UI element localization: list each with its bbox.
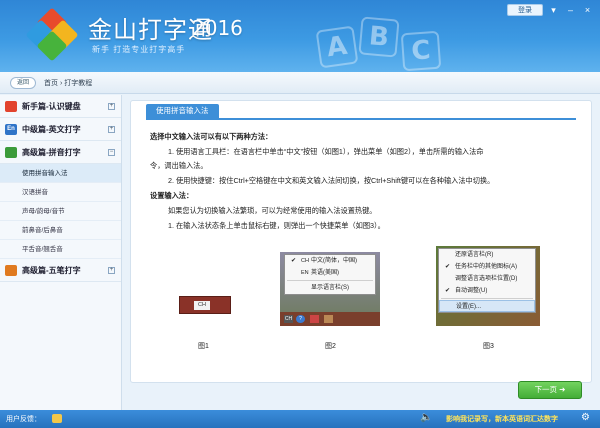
status-bar: 用户反馈： 🔈 影响我记录写，新本英语词汇达数字 ⚙ (0, 410, 600, 428)
menu-item-label: 还原语言栏(R) (455, 252, 494, 258)
app-logo-icon (25, 7, 79, 62)
sidebar-section-label: 中级篇-英文打字 (22, 125, 81, 134)
sidebar-section-pinyin[interactable]: 高级篇-拼音打字 − (0, 141, 121, 164)
menu-item-label: 设置(E)... (456, 304, 481, 310)
sidebar-section-label: 高级篇-拼音打字 (22, 148, 81, 157)
close-icon[interactable]: × (581, 4, 594, 16)
menu-separator (441, 298, 533, 299)
tab-underline (146, 118, 576, 120)
menu-item: 显示语言栏(S) (285, 282, 375, 294)
content-line: 2. 使用快捷键：按住Ctrl+空格键在中文和英文输入法间切换，按Ctrl+Sh… (168, 176, 495, 185)
sidebar-item-initials-finals[interactable]: 声母/韵母/音节 (0, 202, 121, 221)
decor-letter-c: C (400, 30, 442, 72)
menu-item-label: 中文(简体，中国) (311, 258, 357, 264)
menu-item: ✔ CH 中文(简体，中国) (285, 255, 375, 267)
app-year: 2016 (192, 16, 243, 40)
content-tab-title: 使用拼音输入法 (146, 104, 219, 118)
menu-item: ✔ 自动调整(U) (439, 285, 535, 297)
check-icon: ✔ (291, 258, 297, 264)
sidebar-item-nasals[interactable]: 前鼻音/后鼻音 (0, 221, 121, 240)
menu-item-label: 调整语言选项栏位置(D) (455, 276, 518, 282)
lang-tag: CH (301, 258, 309, 264)
menu-item-settings: 设置(E)... (439, 300, 535, 312)
decor-letter-a: A (315, 25, 359, 69)
taskbar-tray: CH ? (280, 312, 380, 326)
keyboard-icon (5, 101, 17, 112)
menu-item-label: 任务栏中的其他图标(A) (455, 264, 517, 270)
gear-icon[interactable]: ⚙ (581, 412, 590, 423)
english-icon: En (5, 124, 17, 135)
pinyin-icon (5, 147, 17, 158)
ch-indicator: CH (284, 315, 293, 323)
sidebar-item-hanyu-pinyin[interactable]: 汉语拼音 (0, 183, 121, 202)
menu-item: EN 英语(美国) (285, 267, 375, 279)
feedback-label[interactable]: 用户反馈： (6, 414, 41, 424)
figure-1-caption: 图1 (198, 343, 209, 350)
menu-item-label: 英语(美国) (311, 270, 339, 276)
menu-item: 调整语言选项栏位置(D) (439, 273, 535, 285)
check-icon: ✔ (445, 288, 451, 294)
tray-icon (310, 315, 319, 323)
back-button[interactable]: 返回 (10, 77, 36, 89)
menu-dropdown-icon[interactable]: ▾ (547, 4, 560, 16)
wubi-icon (5, 265, 17, 276)
content-line: 1. 在输入法状态条上单击鼠标右键，则弹出一个快捷菜单（如图3）。 (168, 221, 385, 230)
window-controls: 登录 ▾ – × (507, 4, 594, 16)
sidebar: 新手篇-认识键盘 + En 中级篇-英文打字 + 高级篇-拼音打字 − 使用拼音… (0, 95, 122, 410)
next-page-button[interactable]: 下一页 ➜ (518, 381, 582, 399)
figure-3-context-menu: 还原语言栏(R) ✔ 任务栏中的其他图标(A) 调整语言选项栏位置(D) ✔ 自… (436, 246, 540, 326)
content-line: 1. 使用语言工具栏：在语言栏中单击“中文”按钮（如图1），弹出菜单（如图2），… (168, 147, 484, 156)
content-line: 设置输入法： (150, 191, 194, 200)
ch-indicator: CH (194, 301, 210, 310)
sidebar-item-flat-retroflex[interactable]: 平舌音/翘舌音 (0, 240, 121, 259)
decor-letter-b: B (358, 16, 400, 58)
lang-tag: EN (301, 270, 309, 276)
menu-separator (287, 280, 373, 281)
tray-icon (324, 315, 333, 323)
figure-2-language-menu: ✔ CH 中文(简体，中国) EN 英语(美国) 显示语言栏(S) CH ? (280, 252, 380, 326)
expand-icon[interactable]: + (108, 103, 115, 110)
figure-3-caption: 图3 (483, 343, 494, 350)
nav-strip: 返回 首页 › 打字教程 (0, 72, 600, 94)
sidebar-item-use-pinyin-ime[interactable]: 使用拼音输入法 (0, 164, 121, 183)
sidebar-section-label: 高级篇-五笔打字 (22, 266, 81, 275)
help-icon: ? (296, 315, 305, 323)
sidebar-section-english[interactable]: En 中级篇-英文打字 + (0, 118, 121, 141)
app-subtitle: 新手 打造专业打字高手 (92, 45, 186, 54)
login-button[interactable]: 登录 (507, 4, 543, 16)
speaker-icon[interactable]: 🔈 (420, 412, 432, 423)
sidebar-section-label: 新手篇-认识键盘 (22, 102, 81, 111)
menu-item: 还原语言栏(R) (439, 249, 535, 261)
expand-icon[interactable]: + (108, 126, 115, 133)
figure-2-caption: 图2 (325, 343, 336, 350)
feedback-icon[interactable] (52, 414, 62, 423)
language-menu: ✔ CH 中文(简体，中国) EN 英语(美国) 显示语言栏(S) (284, 254, 376, 295)
breadcrumb[interactable]: 首页 › 打字教程 (44, 78, 92, 88)
menu-item: ✔ 任务栏中的其他图标(A) (439, 261, 535, 273)
minimize-icon[interactable]: – (564, 4, 577, 16)
sidebar-section-beginner[interactable]: 新手篇-认识键盘 + (0, 95, 121, 118)
sidebar-section-wubi[interactable]: 高级篇-五笔打字 + (0, 259, 121, 282)
context-menu: 还原语言栏(R) ✔ 任务栏中的其他图标(A) 调整语言选项栏位置(D) ✔ 自… (438, 248, 536, 313)
figure-1-language-bar: CH (179, 296, 231, 314)
menu-item-label: 显示语言栏(S) (311, 285, 349, 291)
content-line: 令，调出输入法。 (150, 161, 208, 170)
content-line: 如果您认为切换输入法繁琐，可以为经常使用的输入法设置热键。 (168, 206, 377, 215)
collapse-icon[interactable]: − (108, 149, 115, 156)
promo-link[interactable]: 影响我记录写，新本英语词汇达数字 (446, 414, 558, 424)
menu-item-label: 自动调整(U) (455, 288, 488, 294)
expand-icon[interactable]: + (108, 267, 115, 274)
app-header: 金山打字通 2016 新手 打造专业打字高手 A B C 登录 ▾ – × (0, 0, 600, 72)
content-line: 选择中文输入法可以有以下两种方法： (150, 132, 273, 141)
check-icon: ✔ (445, 264, 451, 270)
